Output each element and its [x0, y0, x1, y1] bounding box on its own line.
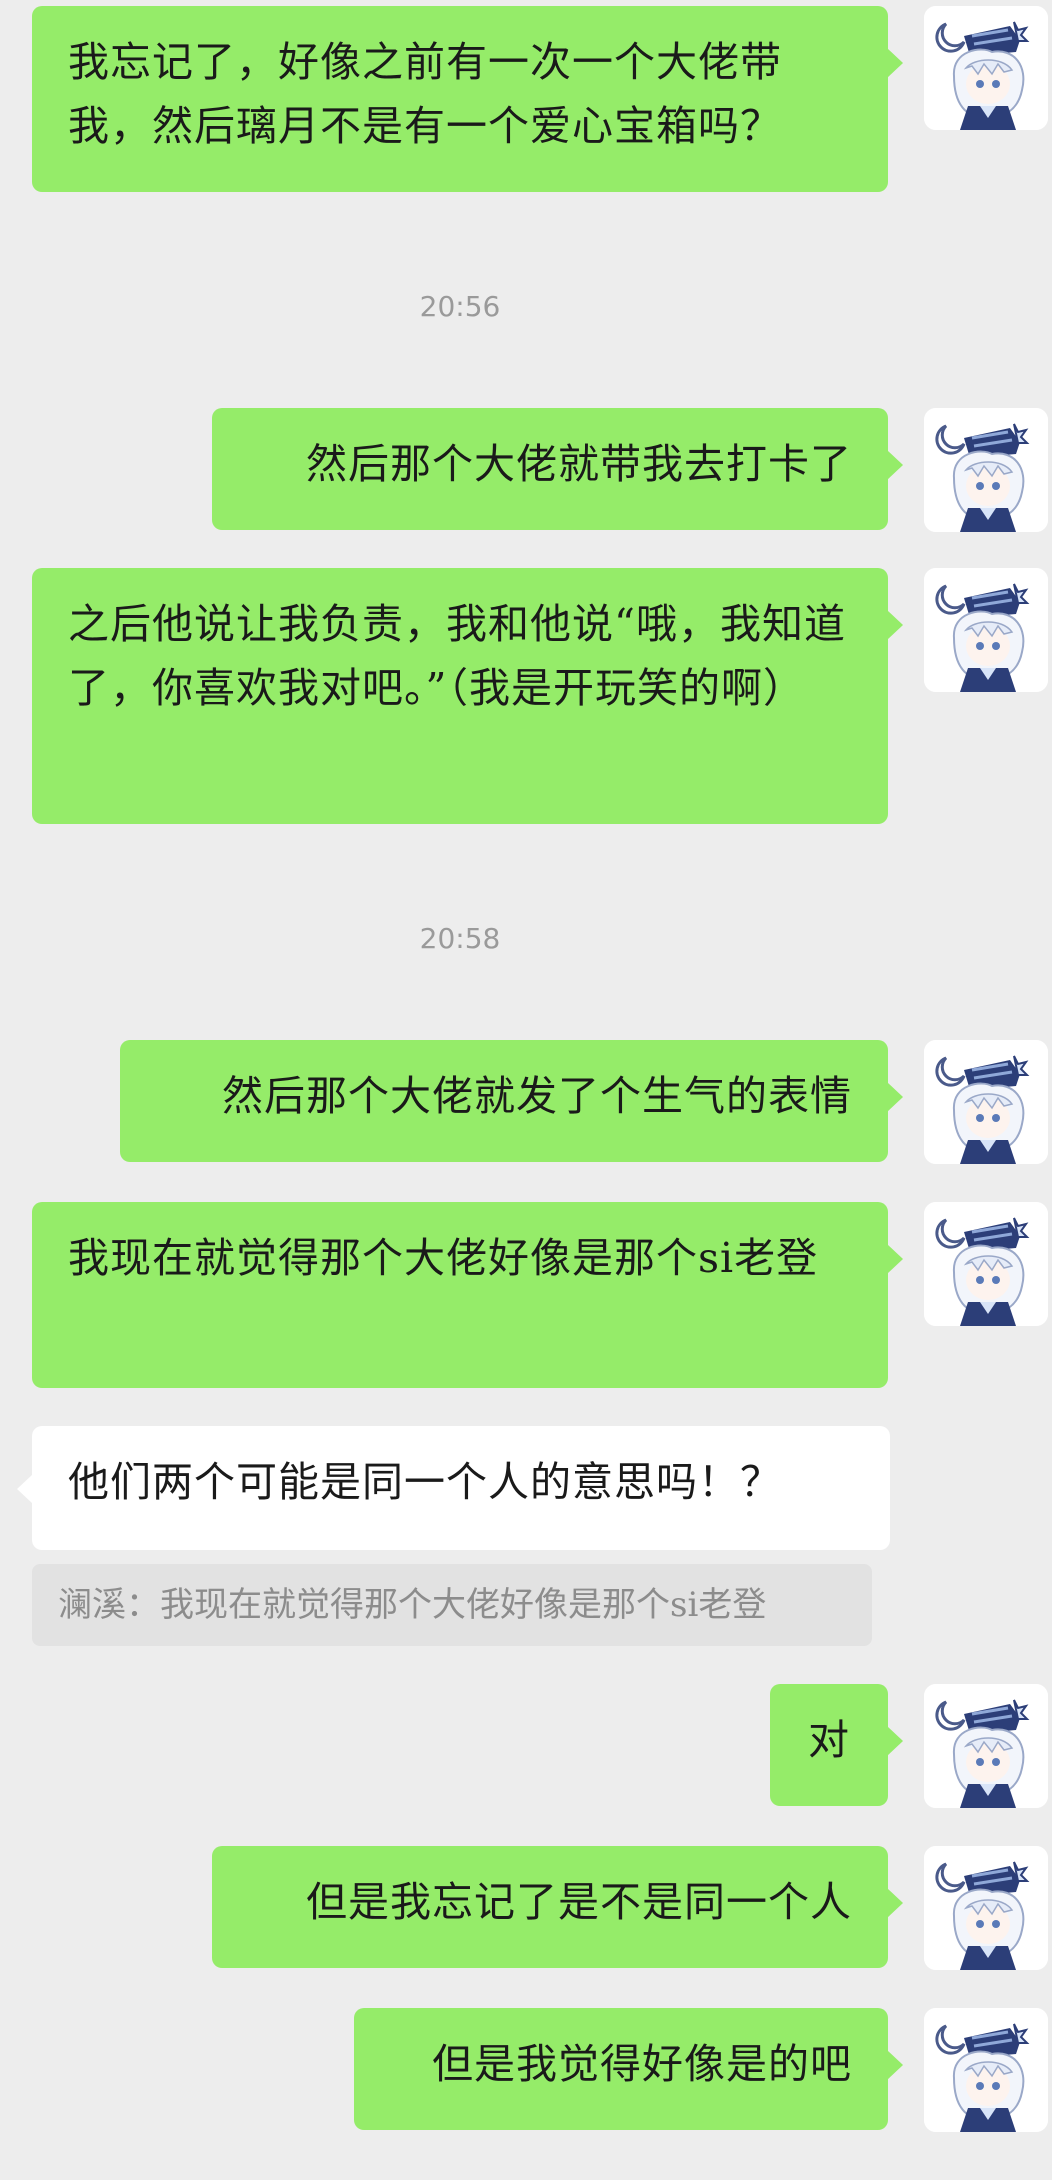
anime-character-avatar-icon: [924, 568, 1048, 692]
message-bubble[interactable]: 对: [770, 1684, 903, 1806]
avatar-icon[interactable]: [924, 1040, 1048, 1164]
chat-area[interactable]: 我忘记了，好像之前有一次一个大佬带我，然后璃月不是有一个爱心宝箱吗？ 20:56…: [0, 0, 1052, 2180]
avatar-icon[interactable]: [924, 408, 1048, 532]
avatar-icon[interactable]: [924, 568, 1048, 692]
message-bubble[interactable]: 然后那个大佬就带我去打卡了: [212, 408, 903, 530]
message-bubble[interactable]: 但是我觉得好像是的吧: [354, 2008, 903, 2130]
timestamp: 20:58: [419, 922, 501, 955]
message-bubble[interactable]: 然后那个大佬就发了个生气的表情: [120, 1040, 903, 1162]
message-bubble[interactable]: 之后他说让我负责，我和他说“哦，我知道了，你喜欢我对吧。”（我是开玩笑的啊）: [32, 568, 903, 824]
avatar-icon[interactable]: [924, 1684, 1048, 1808]
avatar-icon[interactable]: [924, 6, 1048, 130]
anime-character-avatar-icon: [924, 408, 1048, 532]
anime-character-avatar-icon: [924, 1040, 1048, 1164]
quoted-message[interactable]: 澜溪：我现在就觉得那个大佬好像是那个si老登: [32, 1564, 872, 1646]
message-bubble[interactable]: 我现在就觉得那个大佬好像是那个si老登: [32, 1202, 903, 1388]
avatar-icon[interactable]: [924, 1846, 1048, 1970]
avatar-icon[interactable]: [924, 2008, 1048, 2132]
message-bubble[interactable]: 但是我忘记了是不是同一个人: [212, 1846, 903, 1968]
anime-character-avatar-icon: [924, 6, 1048, 130]
anime-character-avatar-icon: [924, 1202, 1048, 1326]
anime-character-avatar-icon: [924, 1684, 1048, 1808]
avatar-icon[interactable]: [924, 1202, 1048, 1326]
timestamp: 20:56: [419, 290, 501, 323]
anime-character-avatar-icon: [924, 2008, 1048, 2132]
anime-character-avatar-icon: [924, 1846, 1048, 1970]
received-message-bubble[interactable]: 他们两个可能是同一个人的意思吗！？: [17, 1426, 890, 1550]
message-bubble[interactable]: 我忘记了，好像之前有一次一个大佬带我，然后璃月不是有一个爱心宝箱吗？: [32, 6, 903, 192]
